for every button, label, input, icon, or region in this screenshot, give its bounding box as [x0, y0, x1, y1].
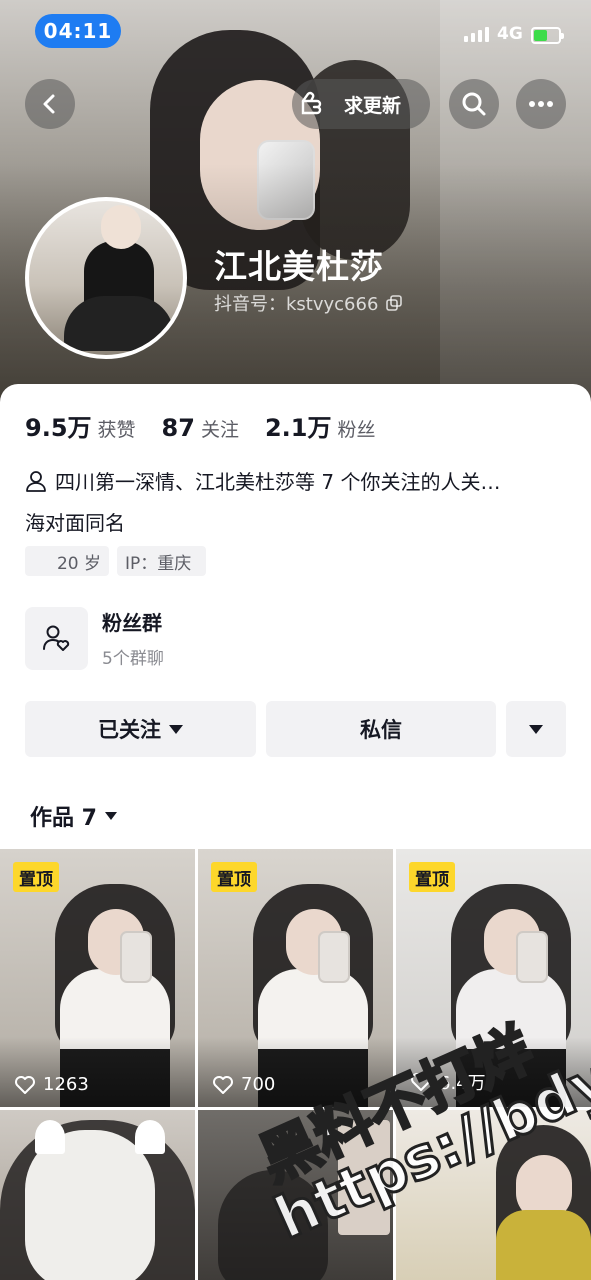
pointing-hand-icon [301, 91, 322, 115]
following-button[interactable]: 已关注 [25, 701, 256, 757]
stat-following[interactable]: 87 关注 [162, 414, 239, 442]
pinned-badge: 置顶 [13, 862, 59, 892]
more-options-button[interactable] [516, 79, 566, 129]
video-thumbnail[interactable]: 置顶 700 [198, 849, 393, 1107]
fan-group-entry[interactable]: 粉丝群 5个群聊 [25, 606, 425, 670]
back-button[interactable] [25, 79, 75, 129]
stat-followers-label: 粉丝 [337, 419, 376, 441]
stat-likes-value: 9.5万 [25, 414, 92, 442]
request-update-button[interactable]: 求更新 [292, 79, 430, 129]
video-likes-count: 1263 [43, 1074, 89, 1095]
signal-icon [464, 27, 489, 42]
tab-works[interactable]: 作品 7 [30, 800, 117, 832]
avatar[interactable] [25, 197, 187, 359]
video-likes-count: 700 [241, 1074, 276, 1095]
douyin-id[interactable]: 抖音号：kstvyc666 [214, 290, 403, 316]
video-thumbnail[interactable]: 置顶 6.4万 [396, 849, 591, 1107]
fan-group-title: 粉丝群 [102, 611, 162, 635]
stat-likes[interactable]: 9.5万 获赞 [25, 408, 136, 443]
fan-group-icon [25, 606, 88, 670]
pinned-badge: 置顶 [409, 862, 455, 892]
fan-group-subtitle: 5个群聊 [102, 649, 164, 669]
works-tab-label: 作品 7 [30, 806, 97, 831]
video-thumbnail[interactable]: 置顶 1263 [0, 849, 195, 1107]
stat-following-value: 87 [161, 414, 195, 442]
caret-down-icon [169, 724, 183, 734]
status-time: 04:11 [35, 14, 121, 48]
video-likes: 1263 [14, 1074, 89, 1095]
heart-icon [411, 1073, 431, 1091]
search-button[interactable] [449, 79, 499, 129]
video-thumbnail[interactable] [396, 1110, 591, 1280]
age-tag: 20 岁 [25, 546, 109, 576]
video-likes-count: 6.4万 [439, 1073, 486, 1094]
pinned-badge: 置顶 [211, 862, 257, 892]
video-likes: 700 [212, 1074, 275, 1095]
video-likes: 6.4万 [410, 1069, 486, 1095]
profile-stats: 9.5万 获赞 87 关注 2.1万 粉丝 [25, 408, 401, 443]
stat-followers[interactable]: 2.1万 粉丝 [265, 408, 376, 443]
bio-text: 海对面同名 [25, 511, 125, 535]
mutual-follows[interactable]: 四川第一深情、江北美杜莎等 7 个你关注的人关… [25, 466, 570, 495]
chevron-left-icon [43, 94, 55, 114]
ip-location-tag: IP：重庆 [117, 546, 206, 576]
copy-icon[interactable] [386, 295, 403, 311]
stat-likes-label: 获赞 [97, 419, 136, 441]
more-dots-icon [529, 101, 553, 107]
douyin-id-text: 抖音号：kstvyc666 [214, 294, 379, 315]
video-thumbnail[interactable] [0, 1110, 195, 1280]
profile-name: 江北美杜莎 [214, 247, 384, 286]
mutual-follows-text: 四川第一深情、江北美杜莎等 7 个你关注的人关… [55, 470, 501, 494]
message-button[interactable]: 私信 [266, 701, 496, 757]
recommend-dropdown-button[interactable] [506, 701, 566, 757]
message-label: 私信 [360, 718, 402, 742]
following-label: 已关注 [98, 718, 161, 742]
video-thumbnail[interactable] [198, 1110, 393, 1280]
caret-down-icon [529, 724, 543, 734]
stat-following-label: 关注 [200, 419, 239, 441]
heart-icon [213, 1075, 233, 1094]
battery-icon [531, 27, 564, 44]
caret-down-icon [104, 812, 117, 820]
person-icon [26, 470, 46, 492]
stat-followers-value: 2.1万 [264, 414, 332, 442]
network-type: 4G [497, 24, 523, 44]
search-icon [462, 92, 486, 116]
request-update-label: 求更新 [344, 94, 402, 117]
heart-icon [15, 1075, 35, 1094]
